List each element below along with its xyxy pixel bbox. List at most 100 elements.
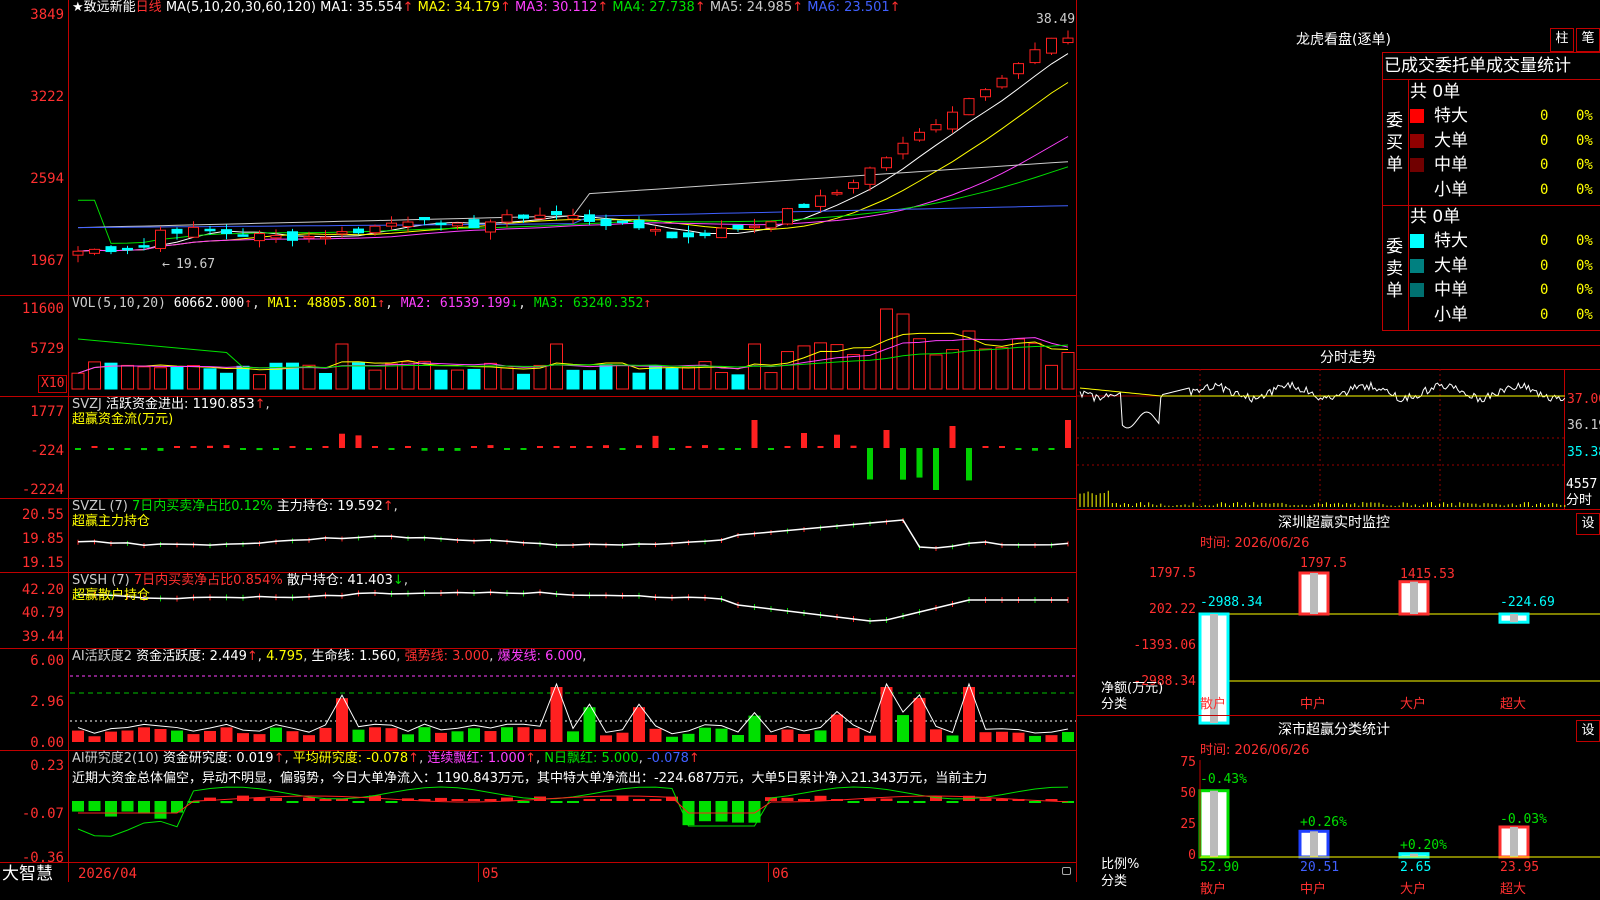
volume-bar bbox=[566, 369, 580, 390]
volume-bar bbox=[896, 313, 910, 390]
buy-row-pct: 0% bbox=[1576, 108, 1593, 124]
volume-bar bbox=[715, 372, 728, 390]
volume-bar bbox=[1045, 364, 1058, 390]
candle bbox=[188, 226, 199, 238]
research-bar bbox=[600, 799, 612, 801]
sz-category-name: 大户 bbox=[1400, 697, 1427, 712]
period-label[interactable]: 日线 bbox=[136, 0, 162, 15]
category-bar-shade bbox=[1410, 853, 1418, 857]
sz-unit-label: 净额(万元) bbox=[1101, 681, 1164, 696]
svsh-header: SVSH (7) 7日内买卖净占比0.854% 散户持仓: 41.403↓, bbox=[72, 573, 408, 588]
sell-swatch bbox=[1410, 283, 1424, 298]
sz-category-settings-button[interactable]: 设 bbox=[1576, 720, 1600, 742]
research-bar bbox=[814, 795, 827, 801]
sell-row-name: 小单 bbox=[1434, 304, 1468, 325]
activity-bar bbox=[913, 697, 926, 742]
y-tick: 3849 bbox=[30, 7, 64, 23]
candle bbox=[303, 236, 315, 239]
volume-bar bbox=[236, 365, 250, 390]
svsh-label: 散户持仓: bbox=[286, 573, 344, 588]
fund-flow-bar bbox=[553, 446, 560, 448]
volume-bar bbox=[220, 372, 233, 390]
buy-row-name: 特大 bbox=[1434, 106, 1468, 126]
y-tick: 39.44 bbox=[21, 629, 64, 645]
candle bbox=[848, 182, 859, 189]
volume-bar bbox=[929, 354, 943, 390]
research-bar bbox=[286, 801, 299, 803]
activity-bar bbox=[996, 731, 1008, 742]
sz-monitor-bar-shade bbox=[1410, 581, 1418, 614]
activity-bar bbox=[418, 727, 431, 742]
activity-bar bbox=[220, 727, 233, 742]
ai-research-header: AI研究度2(10) 资金研究度: 0.019↑, 平均研究度: -0.078↑… bbox=[72, 751, 700, 766]
buy-swatch bbox=[1410, 182, 1424, 197]
fund-flow-bar bbox=[883, 430, 890, 448]
candle bbox=[617, 220, 628, 224]
research-bar bbox=[798, 799, 810, 801]
activity-bar bbox=[72, 730, 84, 742]
tick-view-button[interactable]: 笔 bbox=[1576, 28, 1600, 52]
fund-flow-bar bbox=[91, 446, 98, 448]
up-arrow-icon: ↑ bbox=[402, 0, 418, 15]
ai-burst-line: 爆发线: 6.000 bbox=[497, 649, 583, 664]
candle bbox=[996, 77, 1008, 88]
candle bbox=[551, 211, 562, 216]
activity-bar bbox=[501, 727, 513, 742]
fund-flow-bar bbox=[619, 448, 626, 450]
research-bar bbox=[979, 798, 992, 801]
fund-flow-bar bbox=[916, 448, 923, 478]
candle bbox=[171, 228, 183, 234]
panel-divider bbox=[1382, 79, 1600, 80]
sell-orders-label: 委卖单 bbox=[1386, 237, 1403, 301]
panel-border bbox=[1382, 52, 1383, 330]
volume-bar bbox=[632, 372, 646, 390]
volume-bar bbox=[913, 338, 926, 390]
sell-row-count: 0 bbox=[1540, 306, 1549, 323]
sz-monitor-bar bbox=[1398, 580, 1430, 616]
activity-bar bbox=[352, 729, 365, 742]
ma-value-4: MA4: 27.738 bbox=[612, 0, 695, 15]
vol-ma1: MA1: 48805.801 bbox=[267, 296, 378, 311]
x-axis-date: 06 bbox=[772, 866, 789, 882]
volume-bar bbox=[385, 363, 398, 390]
sell-row-pct: 0% bbox=[1576, 257, 1593, 274]
svsh-param: (7) bbox=[111, 573, 130, 588]
candle bbox=[1029, 49, 1041, 64]
ai-active-label: 资金活跃度: bbox=[136, 649, 206, 664]
y-tick: -224 bbox=[30, 443, 64, 459]
favorite-star-icon[interactable]: ★ bbox=[72, 0, 84, 15]
bar-view-button[interactable]: 柱 bbox=[1550, 28, 1574, 52]
sell-swatch bbox=[1410, 307, 1424, 322]
candle bbox=[1046, 37, 1057, 54]
volume-bar bbox=[368, 369, 382, 390]
research-bar bbox=[847, 801, 860, 803]
research-bar bbox=[138, 801, 150, 814]
fund-flow-bar bbox=[388, 448, 395, 450]
candle bbox=[1062, 37, 1074, 44]
buy-row-name: 大单 bbox=[1434, 130, 1468, 151]
y-tick: 20.55 bbox=[21, 507, 64, 523]
ai-research-nday: N日飘红: 5.000 bbox=[544, 751, 639, 766]
activity-bar bbox=[402, 734, 414, 742]
research-bar bbox=[451, 799, 464, 801]
research-bar bbox=[699, 801, 711, 822]
candle bbox=[72, 250, 84, 256]
fund-flow-bar bbox=[570, 446, 576, 448]
candle bbox=[600, 218, 612, 227]
svzj-label: 活跃资金进出: bbox=[106, 397, 189, 412]
buy-row-pct: 0% bbox=[1576, 157, 1593, 174]
y-tick: 5729 bbox=[30, 341, 64, 357]
candle bbox=[435, 222, 447, 226]
lock-icon[interactable] bbox=[1062, 867, 1071, 875]
ma-value-2: MA2: 34.179 bbox=[417, 0, 500, 15]
fund-flow-bar bbox=[273, 448, 279, 450]
candle bbox=[765, 221, 777, 229]
activity-bar bbox=[814, 730, 827, 742]
candle bbox=[584, 214, 595, 222]
sz-monitor-settings-button[interactable]: 设 bbox=[1576, 513, 1600, 535]
volume-bar bbox=[731, 374, 745, 390]
y-tick: -2224 bbox=[21, 482, 64, 498]
candle bbox=[320, 236, 331, 240]
activity-bar bbox=[385, 728, 398, 742]
activity-bar bbox=[138, 727, 150, 742]
